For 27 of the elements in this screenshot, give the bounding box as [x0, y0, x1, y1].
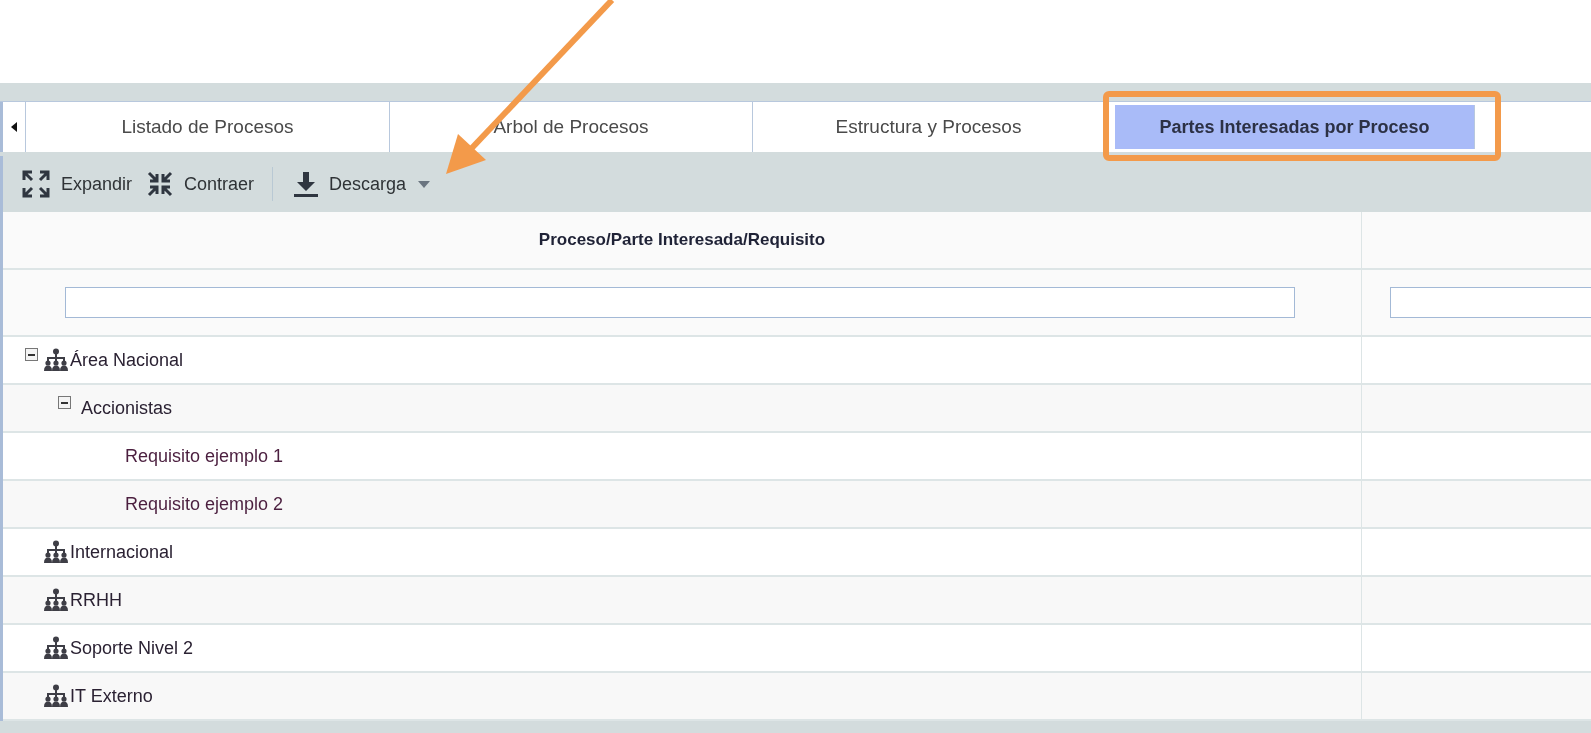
tree-item[interactable]: Internacional: [70, 541, 174, 563]
hierarchy-icon: [42, 348, 70, 372]
hierarchy-icon: [42, 588, 70, 612]
tree-item[interactable]: IT Externo: [70, 685, 153, 707]
tree-item[interactable]: RRHH: [70, 589, 122, 611]
hierarchy-icon: [42, 540, 70, 564]
collapse-icon: [146, 170, 175, 198]
download-button[interactable]: Descarga: [291, 166, 439, 202]
hierarchy-icon: [42, 636, 70, 660]
column-header: Proceso/Parte Interesada/Requisito: [3, 212, 1362, 268]
tree-item[interactable]: Requisito ejemplo 2: [125, 493, 284, 515]
left-arrow-icon: [11, 122, 17, 132]
caret-icon: [418, 180, 431, 188]
filter-field[interactable]: [65, 287, 1295, 318]
download-icon: [293, 170, 320, 198]
collapse-toggle[interactable]: [58, 396, 71, 409]
expand-icon: [21, 169, 51, 199]
tree-item[interactable]: Soporte Nivel 2: [70, 637, 194, 659]
tab[interactable]: Partes Interesadas por Proceso: [1115, 105, 1475, 149]
tree-item[interactable]: Accionistas: [81, 397, 173, 419]
scroll-left-button[interactable]: [0, 102, 26, 152]
collapse-button[interactable]: Contraer: [144, 166, 263, 202]
expand-button[interactable]: Expandir: [19, 165, 141, 203]
collapse-toggle[interactable]: [25, 348, 38, 361]
hierarchy-icon: [42, 684, 70, 708]
tree-item[interactable]: Área Nacional: [70, 349, 184, 371]
tree-item[interactable]: Requisito ejemplo 1: [125, 445, 284, 467]
